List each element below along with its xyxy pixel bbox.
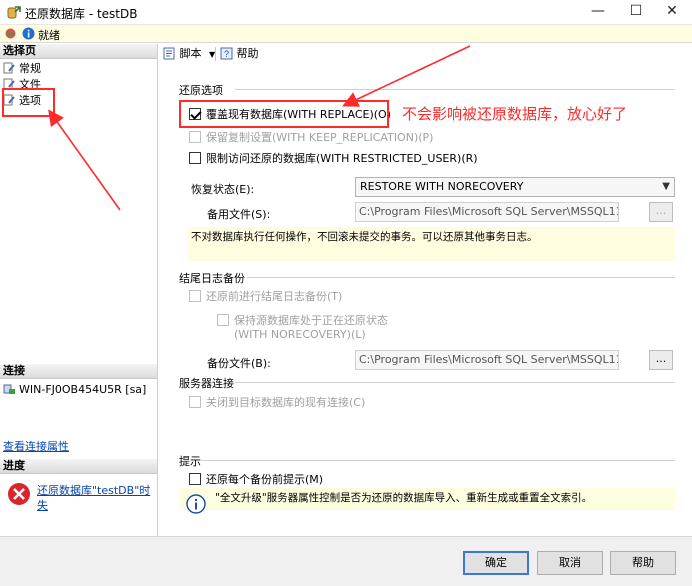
close-conn-label: 关闭到目标数据库的现有连接(C) [206,396,366,409]
help-toolbar-button[interactable]: ? 帮助 [220,47,259,61]
prompt-checkbox-row[interactable]: 还原每个备份前提示(M) [189,473,323,486]
overwrite-highlight-box [179,100,389,128]
restricted-user-checkbox[interactable] [189,152,201,164]
ok-button[interactable]: 确定 [463,551,529,575]
keep-replication-label: 保留复制设置(WITH KEEP_REPLICATION)(P) [206,131,434,144]
toolbar-divider [215,47,216,61]
title-bar: 还原数据库 - testDB — ☐ ✕ [0,0,692,25]
info-icon [22,27,35,40]
server-conn-title: 服务器连接 [179,377,234,390]
recovery-state-select[interactable]: RESTORE WITH NORECOVERY ▼ [355,177,675,197]
fulltext-info-box: "全文升级"服务器属性控制是否为还原的数据库导入、重新生成或重置全文索引。 [179,488,675,510]
standby-file-label: 备用文件(S): [207,208,271,221]
backup-file-label: 备份文件(B): [207,357,271,370]
recovery-state-label: 恢复状态(E): [191,183,255,196]
group-divider [201,460,675,461]
tail-log-title: 结尾日志备份 [179,272,245,285]
backup-file-field[interactable]: C:\Program Files\Microsoft SQL Server\MS… [355,350,619,370]
help-button[interactable]: 帮助 [610,551,676,575]
script-button[interactable]: 脚本 ▼ [163,47,215,62]
window-title: 还原数据库 - testDB [25,7,138,21]
maximize-button[interactable]: ☐ [618,0,654,24]
restricted-user-checkbox-row[interactable]: 限制访问还原的数据库(WITH RESTRICTED_USER)(R) [189,152,478,165]
cancel-button[interactable]: 取消 [537,551,603,575]
script-label: 脚本 [179,47,202,60]
script-icon [163,47,175,60]
close-conn-checkbox-row: 关闭到目标数据库的现有连接(C) [189,396,365,409]
connection-server: WIN-FJ0OB454U5R [sa] [3,382,146,397]
group-divider [235,89,675,90]
close-conn-checkbox [189,396,201,408]
options-highlight-box [2,88,55,117]
refresh-icon[interactable] [4,27,17,40]
connection-server-text: WIN-FJ0OB454U5R [sa] [19,383,147,396]
progress-error-link[interactable]: 还原数据库"testDB"时失 [37,483,157,512]
standby-file-field: C:\Program Files\Microsoft SQL Server\MS… [355,202,619,222]
fulltext-info-text: "全文升级"服务器属性控制是否为还原的数据库导入、重新生成或重置全文索引。 [215,492,593,504]
restore-options-title: 还原选项 [179,84,223,97]
page-item-label: 常规 [19,62,41,75]
leave-restoring-checkbox [217,314,229,326]
group-divider [247,277,675,278]
left-pane: 选择页 常规 文件 选项 连接 WIN-FJ0OB454U5R [sa] 查看连… [0,44,158,536]
restore-database-icon [7,6,21,19]
tail-log-checkbox [189,290,201,302]
bottom-bar: 确定 取消 帮助 [0,536,692,586]
prompt-label: 还原每个备份前提示(M) [206,473,324,486]
leave-restoring-label-1: 保持源数据库处于正在还原状态 [234,314,388,327]
server-connection-icon [3,384,15,394]
toolbar: 脚本 ▼ ? 帮助 [159,44,692,64]
error-icon [8,483,30,505]
group-divider [235,382,675,383]
prompt-checkbox[interactable] [189,473,201,485]
view-connection-properties-link[interactable]: 查看连接属性 [3,439,69,454]
help-label: 帮助 [236,47,259,60]
connection-header: 连接 [0,364,157,379]
leave-restoring-label-2: (WITH NORECOVERY)(L) [234,328,366,341]
progress-header: 进度 [0,459,157,474]
restricted-user-label: 限制访问还原的数据库(WITH RESTRICTED_USER)(R) [206,152,478,165]
keep-replication-checkbox-row: 保留复制设置(WITH KEEP_REPLICATION)(P) [189,131,433,144]
leave-restoring-checkbox-row: 保持源数据库处于正在还原状态 [217,314,388,327]
prompt-title: 提示 [179,455,201,468]
tail-log-checkbox-row: 还原前进行结尾日志备份(T) [189,290,342,303]
recovery-info-text: 不对数据库执行任何操作，不回滚未提交的事务。可以还原其他事务日志。 [187,227,675,261]
keep-replication-checkbox [189,131,201,143]
status-bar: 就绪 [0,25,692,43]
status-text: 就绪 [38,29,60,42]
page-item-general[interactable]: 常规 [3,61,41,76]
chevron-down-icon: ▼ [662,181,670,192]
annotation-text: 不会影响被还原数据库，放心好了 [402,105,628,123]
minimize-button[interactable]: — [580,0,616,24]
svg-text:?: ? [224,49,229,59]
recovery-state-value: RESTORE WITH NORECOVERY [360,180,524,193]
standby-browse-button: ... [649,202,673,222]
backup-browse-button[interactable]: ... [649,350,673,370]
help-icon: ? [220,47,233,60]
close-button[interactable]: ✕ [654,0,690,24]
options-page: 还原选项 覆盖现有数据库(WITH REPLACE)(O) 保留复制设置(WIT… [159,64,692,536]
select-page-header: 选择页 [0,44,157,59]
info-icon [186,494,206,514]
tail-log-label: 还原前进行结尾日志备份(T) [206,290,343,303]
page-wrench-icon [3,62,15,74]
